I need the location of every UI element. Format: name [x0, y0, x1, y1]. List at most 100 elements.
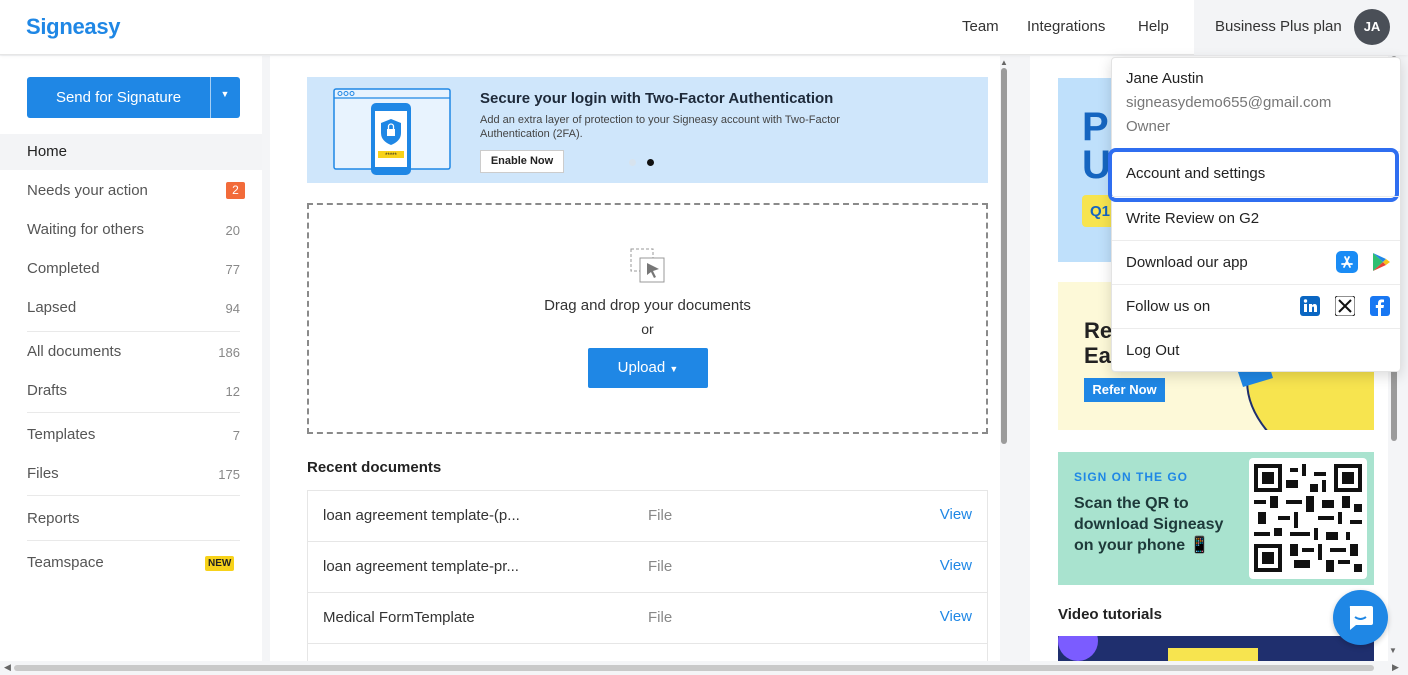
- horizontal-scrollbar[interactable]: ◀ ▶: [0, 661, 1408, 675]
- scroll-left-arrow-icon[interactable]: ◀: [4, 662, 11, 673]
- menu-item-label: Download our app: [1126, 254, 1248, 271]
- sidebar: Send for Signature ▼ Home Needs your act…: [0, 56, 262, 661]
- user-name: Jane Austin: [1126, 70, 1204, 87]
- sidebar-divider: [27, 495, 240, 496]
- enable-now-button[interactable]: Enable Now: [480, 150, 564, 173]
- menu-item-label: Follow us on: [1126, 298, 1211, 315]
- main-panel: ***** Secure your login with Two-Factor …: [270, 56, 1004, 675]
- nav-integrations[interactable]: Integrations: [1027, 18, 1105, 35]
- pin-placeholder: *****: [385, 153, 397, 159]
- chevron-down-icon[interactable]: ▼: [210, 89, 240, 99]
- linkedin-icon[interactable]: [1300, 296, 1320, 316]
- plan-label: Business Plus plan: [1215, 18, 1342, 35]
- sidebar-item-waiting[interactable]: Waiting for others 20: [0, 212, 262, 248]
- main-scrollbar[interactable]: ▲: [1000, 56, 1012, 661]
- table-row[interactable]: loan agreement template-pr... File View: [308, 542, 987, 593]
- x-twitter-icon[interactable]: [1335, 296, 1355, 316]
- drag-drop-or: or: [641, 321, 654, 337]
- sidebar-item-count: 94: [225, 301, 240, 316]
- menu-item-follow-us: Follow us on: [1112, 284, 1400, 328]
- qr-code: [1249, 458, 1367, 579]
- document-type: File: [648, 507, 673, 524]
- user-role: Owner: [1126, 118, 1171, 135]
- sidebar-item-reports[interactable]: Reports: [0, 501, 262, 537]
- sidebar-item-label: Templates: [27, 426, 96, 443]
- promo-card-mobile-app: SIGN ON THE GO Scan the QR to download S…: [1058, 452, 1374, 585]
- document-type: File: [648, 609, 673, 626]
- avatar[interactable]: JA: [1354, 9, 1390, 45]
- sidebar-divider: [27, 412, 240, 413]
- qr-description: Scan the QR to download Signeasy on your…: [1074, 495, 1224, 554]
- sidebar-item-label: All documents: [27, 343, 122, 360]
- chat-support-button[interactable]: [1333, 590, 1388, 645]
- table-row[interactable]: loan agreement template-(p... File View: [308, 491, 987, 542]
- facebook-icon[interactable]: [1370, 296, 1390, 316]
- sidebar-item-lapsed[interactable]: Lapsed 94: [0, 290, 262, 326]
- send-for-signature-button[interactable]: Send for Signature ▼: [27, 77, 240, 118]
- focus-highlight: [1108, 148, 1399, 202]
- document-dropzone[interactable]: Drag and drop your documents or Upload ▼: [307, 203, 988, 434]
- google-play-icon[interactable]: [1370, 251, 1392, 273]
- sidebar-item-teamspace[interactable]: Teamspace NEW: [0, 545, 262, 581]
- table-row[interactable]: Medical FormTemplate File View: [308, 593, 987, 644]
- menu-item-logout[interactable]: Log Out: [1112, 328, 1400, 372]
- sidebar-item-completed[interactable]: Completed 77: [0, 251, 262, 287]
- view-link[interactable]: View: [940, 557, 972, 574]
- view-link[interactable]: View: [940, 608, 972, 625]
- sidebar-divider: [27, 540, 240, 541]
- sidebar-item-count: 175: [218, 467, 240, 482]
- account-menu-trigger[interactable]: Business Plus plan JA: [1194, 0, 1408, 55]
- sidebar-item-label: Lapsed: [27, 299, 77, 316]
- account-dropdown: Jane Austin signeasydemo655@gmail.com Ow…: [1108, 57, 1401, 372]
- main-scrollbar-thumb[interactable]: [1001, 68, 1007, 444]
- sidebar-item-label: Files: [27, 465, 59, 482]
- chevron-down-icon: ▼: [669, 364, 679, 374]
- app-store-icon[interactable]: [1336, 251, 1358, 273]
- drag-drop-icon: [630, 248, 665, 283]
- send-for-signature-label: Send for Signature: [55, 89, 182, 106]
- recent-documents-table: loan agreement template-(p... File View …: [307, 490, 988, 675]
- view-link[interactable]: View: [940, 506, 972, 523]
- sidebar-item-drafts[interactable]: Drafts 12: [0, 373, 262, 409]
- main-content: ***** Secure your login with Two-Factor …: [262, 56, 1012, 675]
- nav-help[interactable]: Help: [1138, 18, 1169, 35]
- new-badge: NEW: [205, 556, 235, 571]
- sidebar-item-templates[interactable]: Templates 7: [0, 417, 262, 453]
- banner-description: Add an extra layer of protection to your…: [480, 114, 840, 140]
- menu-item-write-review[interactable]: Write Review on G2: [1112, 196, 1400, 240]
- sidebar-item-count: 12: [225, 384, 240, 399]
- nav-team[interactable]: Team: [962, 18, 999, 35]
- scroll-down-arrow-icon[interactable]: ▼: [1389, 646, 1397, 655]
- sidebar-item-needs-action[interactable]: Needs your action 2: [0, 173, 262, 209]
- sidebar-item-label: Drafts: [27, 382, 68, 399]
- video-tutorials-title: Video tutorials: [1058, 606, 1162, 623]
- sidebar-item-count: 77: [225, 262, 240, 277]
- menu-item-download-app[interactable]: Download our app: [1112, 240, 1400, 284]
- drag-drop-text: Drag and drop your documents: [544, 297, 751, 314]
- recent-documents-title: Recent documents: [307, 459, 442, 476]
- carousel-dot-2[interactable]: [647, 159, 654, 166]
- carousel-dot-1[interactable]: [629, 159, 636, 166]
- document-name[interactable]: loan agreement template-(p...: [323, 507, 520, 524]
- scroll-up-arrow-icon[interactable]: ▲: [1000, 58, 1008, 67]
- sidebar-item-files[interactable]: Files 175: [0, 456, 262, 492]
- qr-code-icon: [1254, 464, 1362, 572]
- upload-button[interactable]: Upload ▼: [588, 348, 708, 388]
- sidebar-divider: [27, 331, 240, 332]
- document-name[interactable]: loan agreement template-pr...: [323, 558, 519, 575]
- sidebar-item-all-documents[interactable]: All documents 186: [0, 334, 262, 370]
- document-name[interactable]: Medical FormTemplate: [323, 609, 475, 626]
- refer-now-button[interactable]: Refer Now: [1084, 378, 1165, 402]
- promo-heading: Re Ea: [1084, 318, 1113, 368]
- user-email: signeasydemo655@gmail.com: [1126, 94, 1332, 111]
- sidebar-item-home[interactable]: Home: [0, 134, 262, 170]
- video-thumbnail[interactable]: [1058, 636, 1374, 661]
- video-thumbnail-shape: [1058, 636, 1098, 661]
- two-factor-illustration: *****: [333, 88, 451, 175]
- sidebar-item-label: Teamspace: [27, 554, 104, 571]
- signeasy-logo[interactable]: Signeasy: [26, 14, 121, 40]
- horizontal-scrollbar-thumb[interactable]: [14, 665, 1374, 671]
- scroll-right-arrow-icon[interactable]: ▶: [1392, 662, 1399, 673]
- count-badge: 2: [226, 182, 245, 199]
- qr-eyebrow: SIGN ON THE GO: [1074, 470, 1189, 484]
